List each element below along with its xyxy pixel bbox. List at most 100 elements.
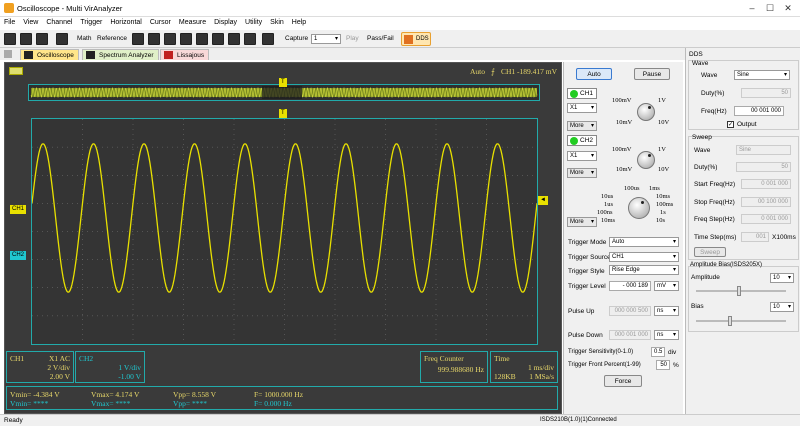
ch1-probe-select[interactable]: X1 bbox=[567, 103, 597, 113]
freq-label: Freq(Hz) bbox=[701, 108, 727, 115]
wave-select[interactable]: Sine bbox=[734, 70, 790, 80]
menu-measure[interactable]: Measure bbox=[175, 17, 210, 26]
force-button[interactable]: Force bbox=[604, 375, 642, 387]
overview-waveform bbox=[30, 86, 538, 99]
sweep-duty-input[interactable]: 50 bbox=[736, 162, 791, 172]
output-label: Output bbox=[737, 121, 757, 128]
trigger-style-select[interactable]: Rise Edge bbox=[609, 265, 679, 275]
ch1-toggle[interactable]: CH1 bbox=[567, 88, 597, 99]
trigger-mode-select[interactable]: Auto bbox=[609, 237, 679, 247]
time-more-button[interactable]: More bbox=[567, 217, 597, 227]
snapshot-icon[interactable] bbox=[262, 33, 274, 45]
ch1-vdiv: 2 V/div bbox=[47, 363, 70, 372]
ch1-vdiv-knob[interactable] bbox=[637, 103, 655, 121]
trigger-level-input[interactable]: - 000 189 bbox=[609, 281, 651, 291]
menu-view[interactable]: View bbox=[19, 17, 42, 26]
freq-counter-box: Freq Counter 999.988680 Hz bbox=[420, 351, 488, 383]
duty-input[interactable]: 50 bbox=[741, 88, 791, 98]
settings-icon[interactable] bbox=[212, 33, 224, 45]
minimize-icon[interactable]: – bbox=[746, 2, 758, 14]
menu-help[interactable]: Help bbox=[288, 17, 310, 26]
pass-fail-button[interactable]: Pass/Fail bbox=[367, 35, 394, 42]
sweep-button[interactable]: Sweep bbox=[694, 247, 726, 257]
ch1-info-box[interactable]: CH1 X1 AC 2 V/div 2.00 V bbox=[6, 351, 74, 383]
menu-trigger[interactable]: Trigger bbox=[76, 17, 106, 26]
menu-horizontal[interactable]: Horizontal bbox=[106, 17, 146, 26]
menu-file[interactable]: File bbox=[0, 17, 19, 26]
ch2-info-name: CH2 bbox=[79, 354, 94, 363]
menu-bar: File View Channel Trigger Horizontal Cursor Me… bbox=[0, 17, 800, 30]
ch1-offset: 2.00 V bbox=[49, 372, 70, 381]
grid-icon[interactable] bbox=[244, 33, 256, 45]
waveform-grid[interactable] bbox=[31, 118, 538, 345]
start-freq-input[interactable]: 0 001 000 bbox=[741, 179, 791, 189]
measure-icon[interactable] bbox=[180, 33, 192, 45]
pulse-down-unit[interactable]: ns bbox=[654, 330, 679, 340]
reference-button[interactable]: Reference bbox=[97, 35, 127, 42]
pulse-up-input[interactable]: 000 000 500 bbox=[609, 306, 651, 316]
zoom-icon[interactable] bbox=[196, 33, 208, 45]
menu-display[interactable]: Display bbox=[210, 17, 241, 26]
amplitude-slider-thumb[interactable] bbox=[737, 286, 741, 296]
stop-freq-input[interactable]: 00 100 000 bbox=[741, 197, 791, 207]
save-icon[interactable] bbox=[20, 33, 32, 45]
ch1-more-button[interactable]: More bbox=[567, 121, 597, 131]
ch2-probe-select[interactable]: X1 bbox=[567, 151, 597, 161]
ch2-vdiv-knob[interactable] bbox=[637, 151, 655, 169]
bias-select[interactable]: 10 bbox=[770, 302, 794, 312]
trigger-position-marker[interactable]: T bbox=[279, 109, 287, 118]
trigger-level-unit[interactable]: mV bbox=[654, 281, 679, 291]
tab-oscilloscope[interactable]: Oscilloscope bbox=[20, 49, 79, 60]
time-step-unit: X100ms bbox=[772, 234, 796, 241]
time-info-box[interactable]: Time 1 ms/div 128KB 1 MSa/s bbox=[490, 351, 558, 383]
amplitude-slider[interactable] bbox=[696, 286, 786, 296]
tab-lissajous[interactable]: Lissajous bbox=[160, 49, 210, 60]
cursor-line-icon[interactable] bbox=[228, 33, 240, 45]
sweep-wave-label: Wave bbox=[694, 147, 711, 154]
amplitude-select[interactable]: 10 bbox=[770, 273, 794, 283]
menu-cursor[interactable]: Cursor bbox=[146, 17, 175, 26]
pulse-down-input[interactable]: 000 001 000 bbox=[609, 330, 651, 340]
run-icon[interactable] bbox=[132, 33, 144, 45]
ch2-toggle[interactable]: CH2 bbox=[567, 135, 597, 146]
dds-button[interactable]: DDS bbox=[401, 32, 431, 46]
trigger-level-marker[interactable]: ◄ bbox=[538, 196, 548, 205]
screen-mode-icon[interactable] bbox=[9, 67, 23, 75]
sweep-wave-select[interactable]: Sine bbox=[736, 145, 791, 155]
play-button[interactable]: Play bbox=[346, 35, 359, 42]
menu-channel[interactable]: Channel bbox=[42, 17, 76, 26]
pulse-up-unit[interactable]: ns bbox=[654, 306, 679, 316]
bias-slider-thumb[interactable] bbox=[728, 316, 732, 326]
auto-button[interactable]: Auto bbox=[576, 68, 612, 80]
front-percent-input[interactable]: 50 bbox=[656, 360, 670, 370]
new-icon[interactable] bbox=[4, 33, 16, 45]
freq-input[interactable]: 00 001 000 bbox=[734, 106, 784, 116]
time-step-input[interactable]: 001 bbox=[741, 232, 769, 242]
print-icon[interactable] bbox=[36, 33, 48, 45]
ch1-coupling: X1 AC bbox=[48, 354, 70, 363]
timebase-knob[interactable] bbox=[628, 197, 650, 219]
stop-icon[interactable] bbox=[148, 33, 160, 45]
sensitivity-input[interactable]: 0.5 bbox=[651, 347, 665, 357]
ch2-level-marker[interactable]: CH2 bbox=[10, 251, 27, 260]
ch2-more-button[interactable]: More bbox=[567, 168, 597, 178]
maximize-icon[interactable]: ☐ bbox=[764, 2, 776, 14]
ch2-info-box[interactable]: CH2 1 V/div -1.00 V bbox=[75, 351, 145, 383]
menu-utility[interactable]: Utility bbox=[241, 17, 266, 26]
window-title: Oscilloscope - Multi VirAnalyzer bbox=[17, 4, 123, 13]
pin-icon[interactable] bbox=[4, 50, 12, 58]
pause-button[interactable]: Pause bbox=[634, 68, 670, 80]
capture-count-select[interactable]: 1 bbox=[311, 34, 341, 44]
close-icon[interactable]: ✕ bbox=[782, 2, 794, 14]
freq-step-input[interactable]: 0 001 000 bbox=[741, 214, 791, 224]
tab-spectrum-analyzer[interactable]: Spectrum Analyzer bbox=[82, 49, 159, 60]
math-button[interactable]: Math bbox=[77, 35, 91, 42]
overview-trigger-marker[interactable]: T bbox=[279, 78, 287, 87]
single-icon[interactable] bbox=[164, 33, 176, 45]
ch1-level-marker[interactable]: CH1 bbox=[10, 205, 27, 214]
cursor-icon[interactable] bbox=[56, 33, 68, 45]
menu-skin[interactable]: Skin bbox=[266, 17, 288, 26]
trigger-source-select[interactable]: CH1 bbox=[609, 252, 679, 262]
bias-slider[interactable] bbox=[696, 316, 786, 326]
output-checkbox[interactable]: ✓ bbox=[727, 121, 734, 128]
